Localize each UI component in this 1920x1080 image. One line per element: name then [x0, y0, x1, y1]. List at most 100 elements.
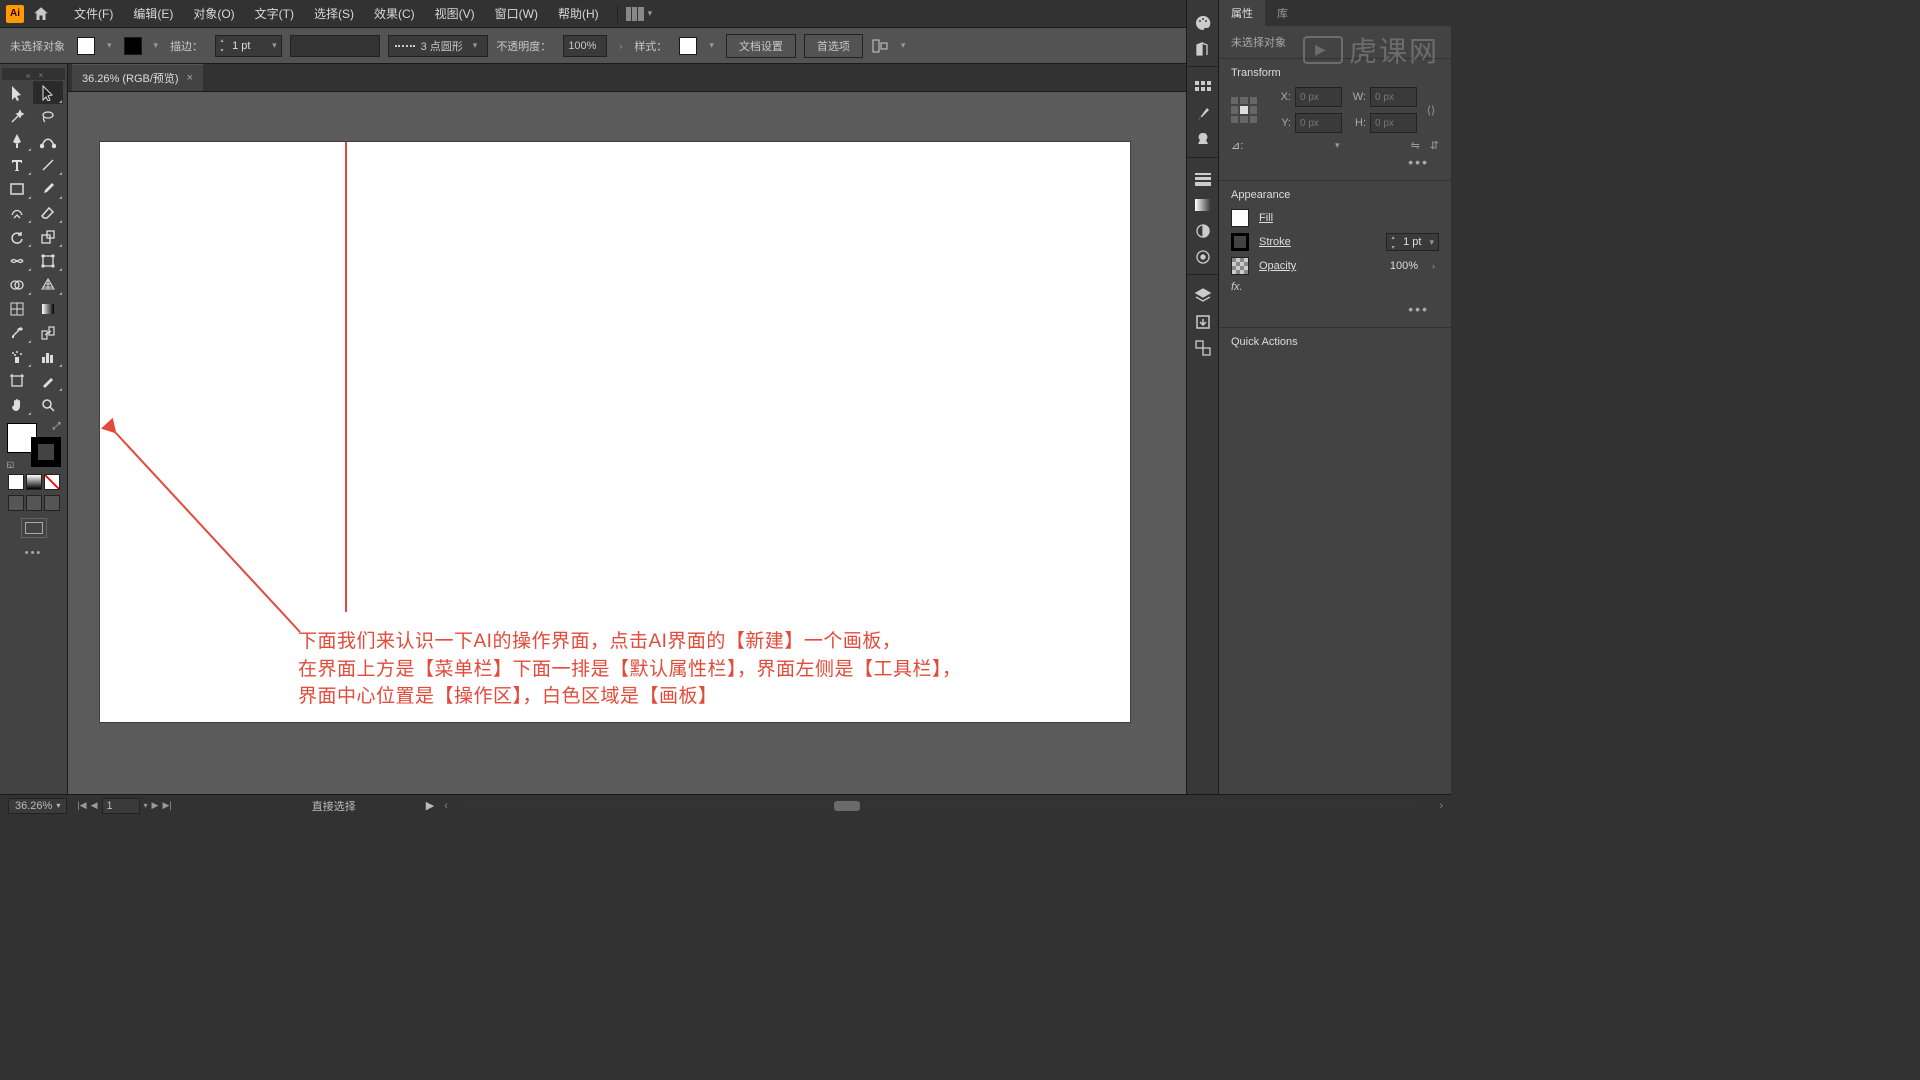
line-segment-tool[interactable]: [33, 153, 63, 176]
free-transform-tool[interactable]: [33, 249, 63, 272]
menu-effect[interactable]: 效果(C): [364, 1, 425, 26]
document-tab[interactable]: 36.26% (RGB/预览) ×: [72, 64, 203, 91]
swap-fill-stroke-icon[interactable]: ⤢: [53, 421, 61, 432]
tab-properties[interactable]: 属性: [1219, 0, 1265, 26]
layers-panel-icon[interactable]: [1192, 285, 1214, 307]
artboards-panel-icon[interactable]: [1192, 337, 1214, 359]
swatches-panel-icon[interactable]: [1192, 77, 1214, 99]
column-graph-tool[interactable]: [33, 345, 63, 368]
pen-tool[interactable]: [2, 129, 32, 152]
document-setup-button[interactable]: 文档设置: [726, 34, 796, 58]
color-panel-icon[interactable]: [1192, 12, 1214, 34]
tab-left-icon[interactable]: «: [26, 71, 30, 80]
perspective-grid-tool[interactable]: [33, 273, 63, 296]
preferences-button[interactable]: 首选项: [804, 34, 863, 58]
mesh-tool[interactable]: [2, 297, 32, 320]
tab-close-icon[interactable]: ×: [38, 71, 43, 80]
style-dropdown[interactable]: ▾: [705, 40, 718, 51]
angle-dropdown[interactable]: ▾: [1331, 140, 1344, 151]
menu-help[interactable]: 帮助(H): [548, 1, 609, 26]
appearance-fill-swatch[interactable]: [1231, 209, 1249, 227]
shape-builder-tool[interactable]: [2, 273, 32, 296]
appearance-opacity-value[interactable]: 100%: [1390, 260, 1418, 272]
home-icon[interactable]: [32, 5, 50, 23]
magic-wand-tool[interactable]: [2, 105, 32, 128]
opacity-dropdown[interactable]: ›: [615, 41, 626, 51]
stroke-swatch[interactable]: [124, 37, 142, 55]
y-field[interactable]: 0 px: [1295, 113, 1342, 133]
gradient-mode[interactable]: [26, 474, 42, 490]
menu-view[interactable]: 视图(V): [425, 1, 485, 26]
edit-toolbar[interactable]: •••: [2, 545, 65, 561]
symbol-sprayer-tool[interactable]: [2, 345, 32, 368]
appearance-more[interactable]: •••: [1231, 299, 1439, 319]
next-artboard-icon[interactable]: ▶: [152, 800, 159, 811]
brushes-panel-icon[interactable]: [1192, 103, 1214, 125]
draw-inside[interactable]: [44, 495, 60, 511]
blend-tool[interactable]: [33, 321, 63, 344]
menu-type[interactable]: 文字(T): [245, 1, 304, 26]
arrange-dropdown[interactable]: ▾: [648, 8, 653, 19]
draw-behind[interactable]: [26, 495, 42, 511]
first-artboard-icon[interactable]: |◀: [77, 800, 86, 811]
none-mode[interactable]: [44, 474, 60, 490]
scroll-left-icon[interactable]: ‹: [444, 800, 448, 812]
scale-tool[interactable]: [33, 225, 63, 248]
menu-window[interactable]: 窗口(W): [485, 1, 548, 26]
fill-dropdown[interactable]: ▾: [103, 40, 116, 51]
artboard-tool[interactable]: [2, 369, 32, 392]
direct-selection-tool[interactable]: [33, 81, 63, 104]
appearance-panel-icon[interactable]: [1192, 246, 1214, 268]
eraser-tool[interactable]: [33, 201, 63, 224]
stroke-weight-input[interactable]: ▴▾ 1 pt ▾: [215, 35, 282, 57]
lasso-tool[interactable]: [33, 105, 63, 128]
align-icon[interactable]: [871, 37, 889, 55]
stroke-panel-icon[interactable]: [1192, 168, 1214, 190]
transform-more[interactable]: •••: [1231, 152, 1439, 172]
flip-h-icon[interactable]: ⇋: [1411, 139, 1420, 152]
shaper-tool[interactable]: [2, 201, 32, 224]
appearance-stroke-label[interactable]: Stroke: [1259, 236, 1376, 248]
opacity-expand-icon[interactable]: ›: [1428, 261, 1439, 271]
horizontal-scrollbar[interactable]: [464, 800, 1423, 812]
artboard-number[interactable]: 1: [102, 798, 140, 814]
asset-export-panel-icon[interactable]: [1192, 311, 1214, 333]
brush-select[interactable]: 3 点圆形 ▾: [388, 35, 489, 57]
transparency-panel-icon[interactable]: [1192, 220, 1214, 242]
reference-point[interactable]: [1231, 97, 1257, 123]
appearance-fill-label[interactable]: Fill: [1259, 212, 1439, 224]
zoom-tool[interactable]: [33, 393, 63, 416]
width-tool[interactable]: [2, 249, 32, 272]
menu-select[interactable]: 选择(S): [304, 1, 364, 26]
hand-tool[interactable]: [2, 393, 32, 416]
flip-v-icon[interactable]: ⇵: [1430, 139, 1439, 152]
stroke-weight-dropdown[interactable]: ▾: [268, 40, 281, 51]
rectangle-tool[interactable]: [2, 177, 32, 200]
paintbrush-tool[interactable]: [33, 177, 63, 200]
default-fill-stroke-icon[interactable]: ◱: [7, 460, 15, 469]
selection-tool[interactable]: [2, 81, 32, 104]
screen-mode[interactable]: [21, 518, 47, 538]
tab-libraries[interactable]: 库: [1265, 0, 1300, 26]
scroll-right-icon[interactable]: ›: [1439, 800, 1443, 812]
spin-up-icon[interactable]: ▴: [216, 36, 228, 46]
h-field[interactable]: 0 px: [1370, 113, 1417, 133]
appearance-opacity-swatch[interactable]: [1231, 257, 1249, 275]
prev-artboard-icon[interactable]: ◀: [91, 800, 98, 811]
w-field[interactable]: 0 px: [1370, 87, 1417, 107]
slice-tool[interactable]: [33, 369, 63, 392]
fx-label[interactable]: fx.: [1231, 281, 1243, 293]
variable-width-profile[interactable]: [290, 35, 380, 57]
menu-file[interactable]: 文件(F): [64, 1, 123, 26]
gradient-panel-icon[interactable]: [1192, 194, 1214, 216]
menu-object[interactable]: 对象(O): [183, 1, 244, 26]
zoom-select[interactable]: 36.26%▾: [8, 798, 67, 814]
last-artboard-icon[interactable]: ▶|: [162, 800, 171, 811]
stroke-color[interactable]: [31, 437, 61, 467]
link-wh-icon[interactable]: ⟨⟩: [1423, 95, 1439, 125]
align-dropdown[interactable]: ▾: [897, 40, 910, 51]
color-mode[interactable]: [8, 474, 24, 490]
curvature-tool[interactable]: [33, 129, 63, 152]
artboard-dropdown[interactable]: ▾: [144, 801, 148, 810]
stroke-weight-value[interactable]: 1 pt: [228, 40, 268, 52]
